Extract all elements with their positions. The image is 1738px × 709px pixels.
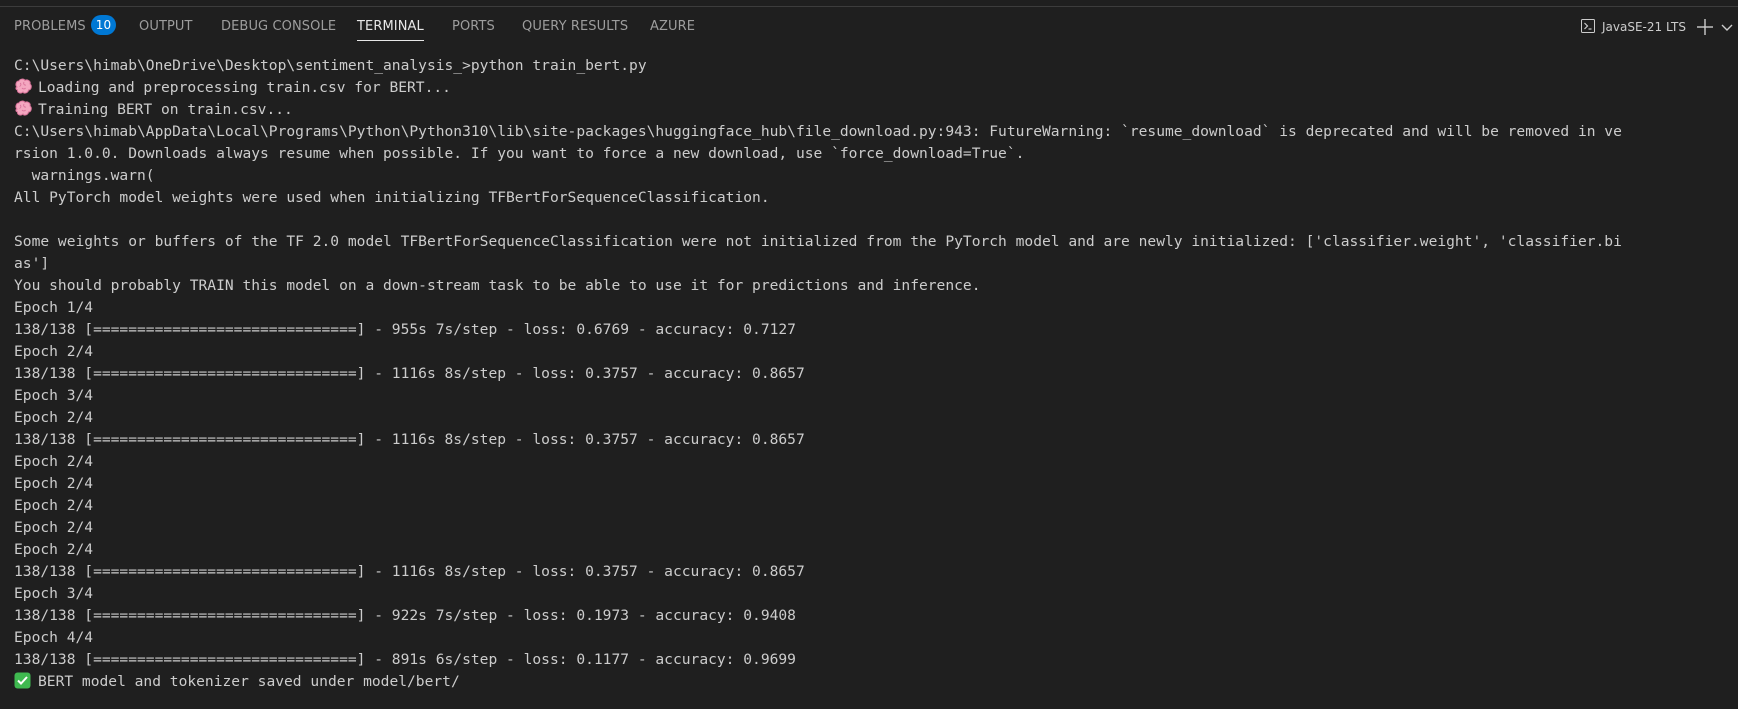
terminal-line: 138/138 [==============================]… xyxy=(14,365,805,382)
terminal-line-text: Training BERT on train.csv... xyxy=(38,101,293,118)
new-terminal-button[interactable] xyxy=(1694,16,1716,38)
brain-emoji-icon xyxy=(14,78,33,95)
tab-output[interactable]: OUTPUT xyxy=(139,7,193,47)
terminal-output[interactable]: C:\Users\himab\OneDrive\Desktop\sentimen… xyxy=(14,55,1732,705)
tab-label: PROBLEMS xyxy=(14,19,86,34)
terminal-line: Epoch 2/4 xyxy=(14,343,94,360)
tab-azure[interactable]: AZURE xyxy=(650,7,695,47)
tab-debug-console[interactable]: DEBUG CONSOLE xyxy=(221,7,336,47)
check-mark-emoji-icon xyxy=(14,672,33,689)
terminal-line: Epoch 1/4 xyxy=(14,299,94,316)
tab-ports[interactable]: PORTS xyxy=(452,7,495,47)
terminal-line: Training BERT on train.csv... xyxy=(14,99,1732,121)
chevron-down-icon xyxy=(1718,23,1736,42)
terminal-line: Epoch 2/4 xyxy=(14,541,94,558)
terminal-line: Epoch 2/4 xyxy=(14,519,94,536)
terminal-line: 138/138 [==============================]… xyxy=(14,321,796,338)
terminal-line: Epoch 4/4 xyxy=(14,629,94,646)
problems-count-badge: 10 xyxy=(90,15,117,35)
terminal-line: Epoch 2/4 xyxy=(14,409,94,426)
terminal-line: Some weights or buffers of the TF 2.0 mo… xyxy=(14,233,1622,250)
terminal-line-text: BERT model and tokenizer saved under mod… xyxy=(38,673,460,690)
tab-label: TERMINAL xyxy=(357,19,424,34)
panel-header: PROBLEMS 10 OUTPUT DEBUG CONSOLE TERMINAL… xyxy=(0,7,1738,47)
terminal-line: Epoch 3/4 xyxy=(14,585,94,602)
terminal-line: Loading and preprocessing train.csv for … xyxy=(14,77,1732,99)
terminal-line: 138/138 [==============================]… xyxy=(14,563,805,580)
terminal-line: All PyTorch model weights were used when… xyxy=(14,189,770,206)
tab-label: OUTPUT xyxy=(139,19,193,34)
terminal-line: Epoch 2/4 xyxy=(14,453,94,470)
tab-problems[interactable]: PROBLEMS 10 xyxy=(14,7,117,47)
brain-emoji-icon xyxy=(14,100,33,117)
tab-terminal[interactable]: TERMINAL xyxy=(357,7,424,47)
terminal-line-text: Loading and preprocessing train.csv for … xyxy=(38,79,451,96)
tab-label: PORTS xyxy=(452,19,495,34)
terminal-line: rsion 1.0.0. Downloads always resume whe… xyxy=(14,145,1025,162)
terminal-line: Epoch 3/4 xyxy=(14,387,94,404)
tab-label: DEBUG CONSOLE xyxy=(221,19,337,34)
terminal-line: Epoch 2/4 xyxy=(14,475,94,492)
terminal-dropdown-button[interactable] xyxy=(1718,16,1736,38)
plus-icon xyxy=(1694,16,1716,38)
terminal-line: You should probably TRAIN this model on … xyxy=(14,277,981,294)
terminal-line: 138/138 [==============================]… xyxy=(14,607,796,624)
terminal-line: BERT model and tokenizer saved under mod… xyxy=(14,671,1732,693)
terminal-line: as'] xyxy=(14,255,50,272)
terminal-profile-label: JavaSE-21 LTS xyxy=(1602,20,1686,34)
tab-label: AZURE xyxy=(650,19,696,34)
terminal-profile-selector[interactable]: JavaSE-21 LTS xyxy=(1580,7,1686,47)
terminal-line: C:\Users\himab\OneDrive\Desktop\sentimen… xyxy=(14,57,647,74)
active-tab-indicator xyxy=(357,40,424,41)
terminal-line: 138/138 [==============================]… xyxy=(14,651,796,668)
tab-label: QUERY RESULTS xyxy=(522,19,629,34)
terminal-line: warnings.warn( xyxy=(14,167,155,184)
terminal-icon xyxy=(1580,10,1596,33)
terminal-line: Epoch 2/4 xyxy=(14,497,94,514)
tab-query-results[interactable]: QUERY RESULTS xyxy=(522,7,628,47)
terminal-line: 138/138 [==============================]… xyxy=(14,431,805,448)
terminal-line: C:\Users\himab\AppData\Local\Programs\Py… xyxy=(14,123,1622,140)
